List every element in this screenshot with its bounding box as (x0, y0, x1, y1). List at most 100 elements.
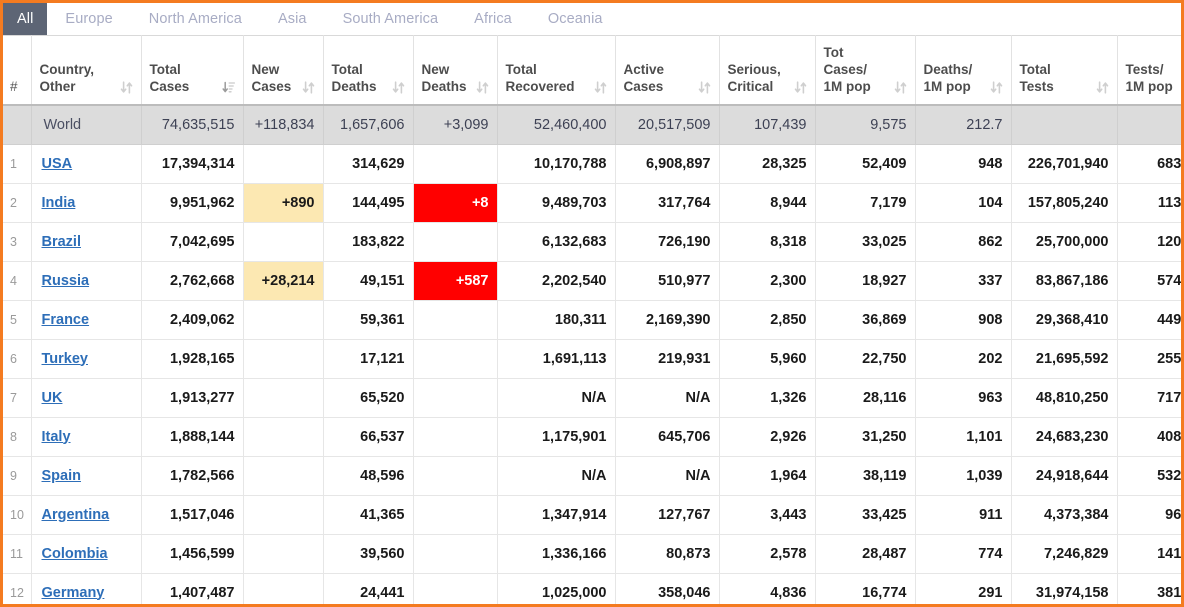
countries-table-container[interactable]: # Country, Other Total Cases New Cases Total Dea… (3, 35, 1181, 604)
cell-deaths_1m: 104 (915, 183, 1012, 223)
column-header-line2: Tests (1019, 79, 1054, 94)
column-header-active_cases[interactable]: Active Cases (615, 35, 720, 106)
sort-toggle-icon[interactable] (594, 81, 607, 94)
row-number: 2 (3, 183, 32, 223)
country-link[interactable]: UK (42, 390, 63, 406)
country-cell: USA (31, 144, 142, 184)
column-header-total_tests[interactable]: Total Tests (1011, 35, 1118, 106)
country-link[interactable]: France (42, 312, 90, 328)
cell-new_deaths: +587 (413, 261, 498, 301)
table-body: World 74,635,515 +118,834 1,657,606 +3,099 52… (3, 105, 1181, 604)
sort-toggle-icon[interactable] (302, 81, 315, 94)
country-link[interactable]: India (42, 195, 76, 211)
country-link[interactable]: Russia (42, 273, 90, 289)
column-header-line2: Cases (623, 79, 664, 94)
cell-total_deaths: 59,361 (323, 300, 414, 340)
table-row: 12 Germany 1,407,487 24,441 1,025,000 358,046… (3, 573, 1181, 604)
column-header-line1: New (421, 62, 450, 77)
cell-total_tests: 7,246,829 (1011, 534, 1118, 574)
column-header-total_cases[interactable]: Total Cases (141, 35, 244, 106)
country-link[interactable]: Brazil (42, 234, 82, 250)
column-header-label: Serious, Critical (728, 61, 807, 95)
column-header-label: Total Deaths (332, 61, 405, 95)
column-header-serious[interactable]: Serious, Critical (719, 35, 816, 106)
tab-north-america[interactable]: North America (131, 3, 260, 35)
cell-cases_1m: 7,179 (815, 183, 916, 223)
tab-all[interactable]: All (3, 3, 48, 35)
tab-oceania[interactable]: Oceania (530, 3, 621, 35)
cell-tests_1m: 449,469 (1117, 300, 1181, 340)
sort-toggle-icon[interactable] (894, 81, 907, 94)
cell-total_recov: 1,336,166 (497, 534, 616, 574)
cell-total_recov: N/A (497, 456, 616, 496)
column-header-line1: Tests/ (1125, 62, 1164, 77)
column-header-cases_1m[interactable]: Tot Cases/1M pop (815, 35, 916, 106)
column-header-line1: Active (623, 62, 665, 77)
cell-active_cases: 726,190 (615, 222, 720, 262)
column-header-country[interactable]: Country, Other (31, 35, 142, 106)
sort-toggle-icon[interactable] (794, 81, 807, 94)
cell-cases_1m: 28,487 (815, 534, 916, 574)
cell-deaths_1m: 337 (915, 261, 1012, 301)
cell-total_cases: 1,782,566 (141, 456, 244, 496)
country-link[interactable]: Italy (42, 429, 71, 445)
cell-active_cases: 358,046 (615, 573, 720, 604)
sort-toggle-icon[interactable] (392, 81, 405, 94)
country-link[interactable]: Argentina (42, 507, 110, 523)
table-row: 3 Brazil 7,042,695 183,822 6,132,683 726,190 8… (3, 222, 1181, 262)
cell-new_deaths (413, 222, 498, 262)
tab-asia[interactable]: Asia (260, 3, 325, 35)
cell-active_cases: N/A (615, 378, 720, 418)
country-link[interactable]: Spain (42, 468, 81, 484)
tab-africa[interactable]: Africa (456, 3, 530, 35)
cell-deaths_1m: 212.7 (915, 105, 1012, 145)
cell-total_deaths: 314,629 (323, 144, 414, 184)
tab-europe[interactable]: Europe (47, 3, 130, 35)
cell-new_deaths (413, 456, 498, 496)
column-header-total_deaths[interactable]: Total Deaths (323, 35, 414, 106)
column-header-deaths_1m[interactable]: Deaths/1M pop (915, 35, 1012, 106)
column-header-tests_1m[interactable]: Tests/1M pop (1117, 35, 1181, 106)
sort-toggle-icon[interactable] (990, 81, 1003, 94)
country-cell: Russia (31, 261, 142, 301)
sort-toggle-icon[interactable] (1096, 81, 1109, 94)
cell-new_cases (243, 534, 324, 574)
column-header-rownum[interactable]: # (3, 35, 32, 106)
column-header-line1: Country, (39, 62, 95, 77)
cell-total_cases: 74,635,515 (141, 105, 244, 145)
cell-total_cases: 1,928,165 (141, 339, 244, 379)
column-header-new_deaths[interactable]: New Deaths (413, 35, 498, 106)
cell-deaths_1m: 1,039 (915, 456, 1012, 496)
sort-toggle-icon[interactable] (476, 81, 489, 94)
table-row: 9 Spain 1,782,566 48,596 N/A N/A 1,964 38,119 1,… (3, 456, 1181, 496)
cell-total_recov: 10,170,788 (497, 144, 616, 184)
cell-active_cases: 645,706 (615, 417, 720, 457)
sort-toggle-icon[interactable] (120, 81, 133, 94)
table-row-world: World 74,635,515 +118,834 1,657,606 +3,099 52… (3, 105, 1181, 145)
column-header-line1: Serious, (727, 62, 781, 77)
cell-new_cases (243, 495, 324, 535)
cell-total_recov: 52,460,400 (497, 105, 616, 145)
country-link[interactable]: Germany (42, 585, 105, 601)
country-cell: World (31, 105, 142, 145)
country-link[interactable]: USA (42, 156, 73, 172)
cell-total_recov: N/A (497, 378, 616, 418)
cell-new_deaths (413, 417, 498, 457)
country-cell: Argentina (31, 495, 142, 535)
cell-new_deaths (413, 300, 498, 340)
cell-cases_1m: 22,750 (815, 339, 916, 379)
cell-tests_1m: 113,837 (1117, 183, 1181, 223)
column-header-line2: 1M pop (1125, 79, 1173, 94)
country-link[interactable]: Colombia (42, 546, 108, 562)
country-link[interactable]: Turkey (42, 351, 88, 367)
cell-deaths_1m: 862 (915, 222, 1012, 262)
sort-descending-icon[interactable] (221, 81, 235, 94)
cell-tests_1m (1117, 105, 1181, 145)
column-header-total_recov[interactable]: Total Recovered (497, 35, 616, 106)
tab-south-america[interactable]: South America (325, 3, 457, 35)
cell-total_deaths: 17,121 (323, 339, 414, 379)
cell-tests_1m: 683,049 (1117, 144, 1181, 184)
column-header-new_cases[interactable]: New Cases (243, 35, 324, 106)
cell-cases_1m: 28,116 (815, 378, 916, 418)
sort-toggle-icon[interactable] (698, 81, 711, 94)
